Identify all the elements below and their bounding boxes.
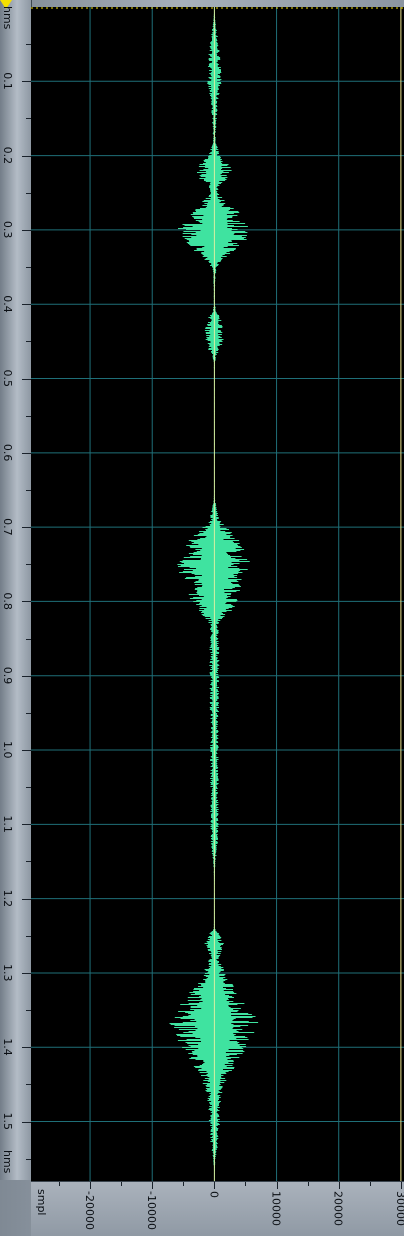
time-tick-label: 1.3 (1, 963, 14, 982)
waveform-canvas[interactable] (31, 7, 404, 1181)
time-tick-label: 0.8 (1, 592, 14, 610)
time-ruler-tick (22, 229, 31, 231)
time-ruler-tick (22, 750, 31, 752)
time-tick-label: 1.5 (1, 1112, 14, 1131)
time-tick-label: 0.1 (1, 72, 14, 90)
time-ruler[interactable]: hms hms 0.1 0.2 0.3 0.4 0.5 0.6 0.7 0.8 0.9 1.0 1.… (0, 0, 32, 1180)
time-tick-label: 0.9 (1, 666, 14, 685)
amplitude-tick-label: 0 (207, 1191, 221, 1198)
time-tick-label: 0.5 (1, 369, 14, 388)
amplitude-tick-label: -10000 (145, 1191, 159, 1230)
time-unit-label: hms (1, 6, 14, 30)
amplitude-ruler-tick (152, 1182, 154, 1189)
time-ruler-tick (22, 675, 31, 677)
waveform-editor: hms hms 0.1 0.2 0.3 0.4 0.5 0.6 0.7 0.8 0.9 1.0 1.… (0, 0, 404, 1236)
amplitude-ruler-tick (90, 1182, 92, 1189)
amplitude-ruler-tick (276, 1182, 278, 1189)
amplitude-tick-label: 10000 (269, 1191, 283, 1226)
amplitude-ruler-minor-tick (121, 1182, 123, 1186)
time-ruler-tick (22, 304, 31, 306)
time-tick-label: 0.6 (1, 443, 14, 462)
time-tick-label: 0.2 (1, 146, 14, 165)
time-tick-label: 1.2 (1, 889, 14, 908)
time-tick-label: 1.0 (1, 741, 14, 759)
time-tick-label: 1.1 (1, 815, 14, 833)
amplitude-ruler-tick (400, 1182, 402, 1189)
time-ruler-tick (22, 155, 31, 157)
amplitude-ruler-minor-tick (58, 1182, 60, 1186)
amplitude-ruler-minor-tick (369, 1182, 371, 1186)
time-tick-label: 0.3 (1, 220, 14, 239)
time-ruler-tick (22, 972, 31, 974)
amplitude-tick-label: 30000 (393, 1191, 404, 1226)
time-ruler-tick (22, 378, 31, 380)
time-ruler-tick (22, 824, 31, 826)
waveform-trace (169, 10, 259, 1177)
time-unit-label-bottom: hms (1, 1150, 14, 1174)
time-tick-label: 0.7 (1, 518, 14, 536)
time-ruler-tick (22, 81, 31, 83)
time-tick-label: 0.4 (1, 295, 14, 313)
amplitude-tick-label: -20000 (83, 1191, 97, 1230)
time-tick-label: 1.4 (1, 1038, 14, 1056)
amplitude-ruler[interactable]: smpl -20000 -10000 0 10000 20000 30000 (31, 1181, 404, 1236)
amplitude-ruler-tick (214, 1182, 216, 1189)
time-ruler-tick (22, 1047, 31, 1049)
amplitude-ruler-tick (338, 1182, 340, 1189)
waveform-display[interactable] (31, 7, 404, 1181)
amplitude-ruler-minor-tick (183, 1182, 185, 1186)
amplitude-ruler-minor-tick (307, 1182, 309, 1186)
time-ruler-tick (22, 527, 31, 529)
time-ruler-tick (22, 1121, 31, 1123)
amplitude-tick-label: 20000 (331, 1191, 345, 1226)
time-ruler-tick (22, 898, 31, 900)
time-ruler-tick (22, 601, 31, 603)
amplitude-ruler-minor-tick (245, 1182, 247, 1186)
amplitude-unit-label: smpl (35, 1189, 48, 1216)
time-ruler-tick (22, 452, 31, 454)
